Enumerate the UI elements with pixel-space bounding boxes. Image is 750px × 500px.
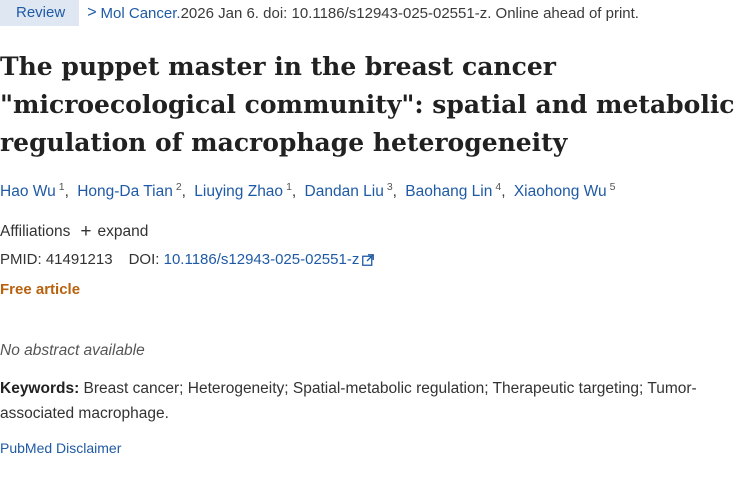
title-line: The puppet master in the breast cancer [0, 52, 556, 81]
journal-link[interactable]: Mol Cancer. [101, 5, 181, 22]
article-title: The puppet master in the breast cancer "… [0, 48, 750, 162]
external-link-icon[interactable] [362, 253, 375, 266]
affiliations-row: Affiliations + expand [0, 222, 148, 241]
no-abstract-text: No abstract available [0, 342, 145, 359]
keywords-text: Breast cancer; Heterogeneity; Spatial-me… [0, 380, 697, 422]
author-separator: , [64, 183, 69, 201]
expand-affiliations-button[interactable]: + expand [80, 222, 148, 241]
pmid-value: 41491213 [45, 251, 113, 268]
free-article-label: Free article [0, 281, 81, 298]
chevron-right-icon: > [87, 4, 97, 21]
pubmed-disclaimer-link[interactable]: PubMed Disclaimer [0, 440, 121, 456]
doi-label: DOI: [128, 251, 160, 268]
author-link[interactable]: Liuying Zhao [194, 183, 283, 200]
affiliations-label: Affiliations [0, 222, 71, 240]
plus-icon: + [80, 221, 92, 242]
affiliation-number[interactable]: 2 [176, 181, 182, 193]
author-list: Hao Wu 1, Hong-Da Tian 2, Liuying Zhao 1, D… [0, 181, 615, 201]
title-line: regulation of macrophage heterogeneity [0, 128, 568, 157]
author-separator: , [291, 183, 297, 201]
article-page: Review > Mol Cancer. 2026 Jan 6. doi: 10… [0, 0, 750, 500]
affiliation-number[interactable]: 3 [387, 181, 393, 193]
affiliation-number[interactable]: 1 [59, 181, 65, 193]
author-link[interactable]: Dandan Liu [305, 183, 384, 200]
keywords-label: Keywords: [0, 380, 80, 397]
author-link[interactable]: Baohang Lin [405, 183, 492, 200]
publication-type-badge[interactable]: Review [0, 0, 80, 26]
author-link[interactable]: Xiaohong Wu [514, 183, 607, 200]
author-separator: , [392, 183, 397, 201]
citation-details: 2026 Jan 6. doi: 10.1186/s12943-025-0255… [180, 4, 639, 22]
expand-label: expand [97, 222, 149, 240]
pmid-label: PMID: [0, 251, 42, 268]
keywords-section: Keywords: Breast cancer; Heterogeneity; … [0, 376, 750, 426]
doi-link[interactable]: 10.1186/s12943-025-02551-z [164, 251, 360, 268]
title-line: "microecological community": spatial and… [0, 90, 735, 119]
citation-line: Review > Mol Cancer. 2026 Jan 6. doi: 10… [0, 0, 639, 26]
affiliation-number[interactable]: 5 [610, 181, 616, 193]
author-separator: , [501, 183, 506, 201]
identifiers-row: PMID: 41491213 DOI: 10.1186/s12943-025-0… [0, 251, 375, 268]
author-separator: , [181, 183, 186, 201]
author-link[interactable]: Hong-Da Tian [77, 183, 173, 200]
author-link[interactable]: Hao Wu [0, 183, 56, 200]
